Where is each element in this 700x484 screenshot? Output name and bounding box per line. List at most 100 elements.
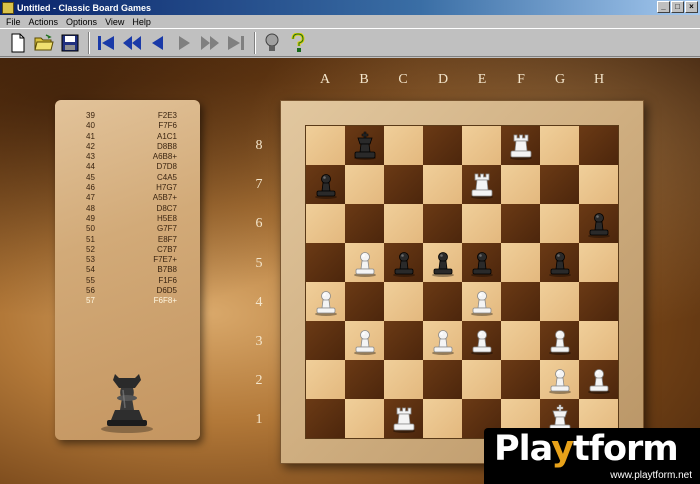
- close-button[interactable]: ×: [685, 1, 698, 13]
- square-d4[interactable]: [423, 282, 462, 321]
- square-e4[interactable]: [462, 282, 501, 321]
- square-c8[interactable]: [384, 126, 423, 165]
- square-e2[interactable]: [462, 360, 501, 399]
- square-a4[interactable]: [306, 282, 345, 321]
- square-a6[interactable]: [306, 204, 345, 243]
- move-row[interactable]: 40 F7F6: [73, 121, 183, 131]
- square-d8[interactable]: [423, 126, 462, 165]
- white-pawn-icon[interactable]: [428, 326, 458, 356]
- move-row[interactable]: 56 D6D5: [73, 286, 183, 296]
- square-b5[interactable]: [345, 243, 384, 282]
- black-pawn-icon[interactable]: [467, 248, 497, 278]
- square-b6[interactable]: [345, 204, 384, 243]
- square-e7[interactable]: [462, 165, 501, 204]
- white-pawn-icon[interactable]: [545, 326, 575, 356]
- white-pawn-icon[interactable]: [311, 287, 341, 317]
- square-f4[interactable]: [501, 282, 540, 321]
- square-d2[interactable]: [423, 360, 462, 399]
- maximize-button[interactable]: □: [671, 1, 684, 13]
- square-g3[interactable]: [540, 321, 579, 360]
- white-pawn-icon[interactable]: [467, 326, 497, 356]
- save-button[interactable]: [58, 31, 82, 54]
- square-c4[interactable]: [384, 282, 423, 321]
- square-h6[interactable]: [579, 204, 618, 243]
- square-g2[interactable]: [540, 360, 579, 399]
- menu-actions[interactable]: Actions: [25, 17, 63, 27]
- square-c3[interactable]: [384, 321, 423, 360]
- white-pawn-icon[interactable]: [467, 287, 497, 317]
- help-button[interactable]: [286, 31, 310, 54]
- square-g7[interactable]: [540, 165, 579, 204]
- menu-file[interactable]: File: [0, 17, 25, 27]
- square-a3[interactable]: [306, 321, 345, 360]
- square-g4[interactable]: [540, 282, 579, 321]
- square-a8[interactable]: [306, 126, 345, 165]
- move-row[interactable]: 44 D7D8: [73, 162, 183, 172]
- square-a7[interactable]: [306, 165, 345, 204]
- square-c6[interactable]: [384, 204, 423, 243]
- square-b2[interactable]: [345, 360, 384, 399]
- square-b1[interactable]: [345, 399, 384, 438]
- square-a2[interactable]: [306, 360, 345, 399]
- black-pawn-icon[interactable]: [584, 209, 614, 239]
- white-rook-icon[interactable]: [467, 170, 497, 200]
- move-row[interactable]: 51 E8F7: [73, 235, 183, 245]
- square-h7[interactable]: [579, 165, 618, 204]
- square-f8[interactable]: [501, 126, 540, 165]
- square-e6[interactable]: [462, 204, 501, 243]
- square-g8[interactable]: [540, 126, 579, 165]
- black-king-icon[interactable]: [350, 131, 380, 161]
- move-row[interactable]: 41 A1C1: [73, 132, 183, 142]
- square-f2[interactable]: [501, 360, 540, 399]
- square-g5[interactable]: [540, 243, 579, 282]
- black-pawn-icon[interactable]: [545, 248, 575, 278]
- move-row[interactable]: 46 H7G7: [73, 183, 183, 193]
- open-button[interactable]: [32, 31, 56, 54]
- square-d1[interactable]: [423, 399, 462, 438]
- menu-view[interactable]: View: [101, 17, 128, 27]
- next-move-button[interactable]: [172, 31, 196, 54]
- move-row[interactable]: 48 D8C7: [73, 204, 183, 214]
- white-pawn-icon[interactable]: [545, 365, 575, 395]
- move-row[interactable]: 57 F6F8+: [73, 296, 183, 306]
- move-row[interactable]: 47 A5B7+: [73, 193, 183, 203]
- square-b3[interactable]: [345, 321, 384, 360]
- square-h3[interactable]: [579, 321, 618, 360]
- move-row[interactable]: 45 C4A5: [73, 173, 183, 183]
- square-c7[interactable]: [384, 165, 423, 204]
- last-move-button[interactable]: [224, 31, 248, 54]
- move-row[interactable]: 49 H5E8: [73, 214, 183, 224]
- new-button[interactable]: [6, 31, 30, 54]
- white-pawn-icon[interactable]: [350, 326, 380, 356]
- square-h4[interactable]: [579, 282, 618, 321]
- move-row[interactable]: 54 B7B8: [73, 265, 183, 275]
- hint-button[interactable]: [260, 31, 284, 54]
- move-row[interactable]: 42 D8B8: [73, 142, 183, 152]
- square-e8[interactable]: [462, 126, 501, 165]
- move-row[interactable]: 53 F7E7+: [73, 255, 183, 265]
- menu-help[interactable]: Help: [128, 17, 155, 27]
- square-d5[interactable]: [423, 243, 462, 282]
- square-b4[interactable]: [345, 282, 384, 321]
- app-icon[interactable]: [2, 1, 14, 14]
- black-pawn-icon[interactable]: [428, 248, 458, 278]
- square-f7[interactable]: [501, 165, 540, 204]
- square-f5[interactable]: [501, 243, 540, 282]
- square-h2[interactable]: [579, 360, 618, 399]
- white-pawn-icon[interactable]: [350, 248, 380, 278]
- square-b7[interactable]: [345, 165, 384, 204]
- move-row[interactable]: 55 F1F6: [73, 276, 183, 286]
- rewind-button[interactable]: [120, 31, 144, 54]
- black-pawn-icon[interactable]: [311, 170, 341, 200]
- square-e3[interactable]: [462, 321, 501, 360]
- move-list[interactable]: 39 F2E3 40 F7F6 41 A1C1 42 D8B8 43 A6B8+ 44 D7D8 45 C…: [73, 111, 183, 307]
- square-c5[interactable]: [384, 243, 423, 282]
- square-a1[interactable]: [306, 399, 345, 438]
- move-row[interactable]: 39 F2E3: [73, 111, 183, 121]
- fast-forward-button[interactable]: [198, 31, 222, 54]
- square-d3[interactable]: [423, 321, 462, 360]
- square-d7[interactable]: [423, 165, 462, 204]
- square-h8[interactable]: [579, 126, 618, 165]
- previous-move-button[interactable]: [146, 31, 170, 54]
- square-e5[interactable]: [462, 243, 501, 282]
